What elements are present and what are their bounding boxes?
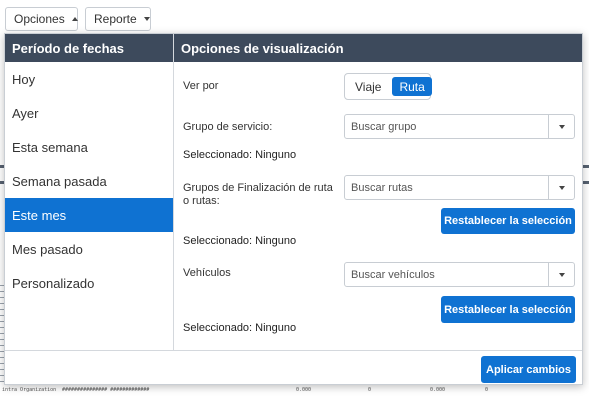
route-groups-search-input[interactable]: Buscar rutas [345,182,548,194]
date-period-list: Hoy Ayer Esta semana Semana pasada Este … [5,62,173,300]
chevron-up-icon [71,17,78,21]
service-group-select[interactable]: Buscar grupo [344,114,575,139]
period-item-this-month[interactable]: Este mes [5,198,173,232]
options-label: Opciones [14,12,65,26]
route-groups-reset-button[interactable]: Restablecer la selección [441,208,575,234]
display-options-header: Opciones de visualización [174,34,582,62]
view-by-label: Ver por [183,80,219,92]
service-group-search-input[interactable]: Buscar grupo [345,121,548,133]
vehicles-label: Vehículos [183,267,231,279]
service-group-selected: Seleccionado: Ninguno [183,149,297,161]
background-row-hash: ############### ############# [62,387,150,393]
background-row-value: 0.000 [430,387,446,393]
vehicles-search-input[interactable]: Buscar vehículos [345,269,548,281]
report-label: Reporte [94,12,137,26]
period-item-today[interactable]: Hoy [5,62,173,96]
display-options-column: Opciones de visualización Ver por Viaje … [174,34,582,350]
service-group-label: Grupo de servicio: [183,121,273,133]
chevron-down-icon [558,185,565,190]
vehicles-dropdown-toggle[interactable] [548,263,574,286]
period-item-yesterday[interactable]: Ayer [5,96,173,130]
date-period-column: Período de fechas Hoy Ayer Esta semana S… [5,34,174,350]
vehicles-select[interactable]: Buscar vehículos [344,262,575,287]
chevron-down-icon [143,17,150,21]
service-group-dropdown-toggle[interactable] [548,115,574,138]
report-button[interactable]: Reporte [85,7,151,31]
background-row-label: intra Organization [2,387,57,393]
date-period-header: Período de fechas [5,34,173,62]
period-item-last-week[interactable]: Semana pasada [5,164,173,198]
view-by-route-option[interactable]: Ruta [392,77,432,96]
vehicles-selected: Seleccionado: Ninguno [183,322,297,334]
options-button[interactable]: Opciones [5,7,78,31]
background-row-value: 0.000 [296,387,312,393]
background-table-row: intra Organization ############### #####… [0,387,589,395]
period-item-this-week[interactable]: Esta semana [5,130,173,164]
view-by-trip-option[interactable]: Viaje [348,77,388,96]
route-groups-selected: Seleccionado: Ninguno [183,235,297,247]
chevron-down-icon [558,272,565,277]
view-by-toggle: Viaje Ruta [344,73,432,100]
route-groups-select[interactable]: Buscar rutas [344,175,575,200]
vehicles-reset-button[interactable]: Restablecer la selección [441,296,575,323]
options-dropdown-panel: Período de fechas Hoy Ayer Esta semana S… [4,33,583,385]
apply-changes-button[interactable]: Aplicar cambios [481,356,576,383]
period-item-last-month[interactable]: Mes pasado [5,232,173,266]
background-row-value: 0 [368,387,372,393]
route-groups-label: Grupos de Finalización de ruta o rutas: [183,182,333,207]
period-item-custom[interactable]: Personalizado [5,266,173,300]
background-row-value: 0 [485,387,489,393]
panel-footer: Aplicar cambios [5,350,582,386]
chevron-down-icon [558,124,565,129]
route-groups-dropdown-toggle[interactable] [548,176,574,199]
